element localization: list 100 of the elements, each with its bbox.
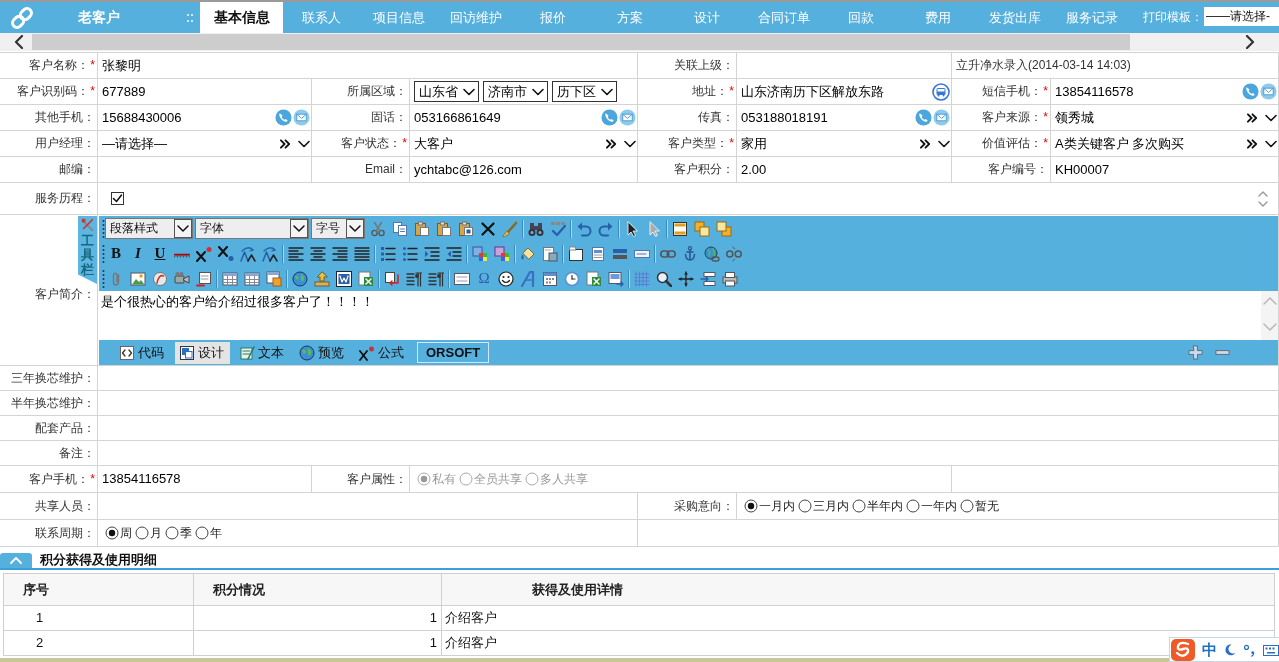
radio-button[interactable] (906, 499, 920, 513)
radio-label[interactable]: 一月内 (759, 498, 795, 514)
mail-icon[interactable] (1260, 83, 1277, 100)
binoculars-icon[interactable] (528, 220, 544, 237)
indent-icon[interactable] (424, 245, 440, 262)
radio-label[interactable]: 半年内 (867, 498, 903, 514)
radio-button[interactable] (165, 526, 179, 540)
text-field[interactable] (737, 53, 952, 79)
radio-label[interactable]: 暂无 (975, 498, 999, 514)
mode-tab[interactable]: 设计 (175, 341, 230, 364)
globe-link-icon[interactable] (704, 245, 720, 262)
redo-icon[interactable] (598, 220, 614, 237)
underline-button[interactable]: U (149, 246, 171, 261)
toolbar-select[interactable]: 字体 (195, 218, 309, 239)
table-icon[interactable] (244, 270, 260, 287)
cross-icon[interactable] (480, 220, 496, 237)
scrollbar-thumb[interactable] (32, 34, 1130, 50)
radio-button[interactable] (852, 499, 866, 513)
text-field[interactable] (98, 157, 312, 183)
window-icon[interactable] (672, 220, 688, 237)
image-icon[interactable] (130, 270, 146, 287)
page-icon[interactable] (196, 270, 212, 287)
brush-icon[interactable] (502, 220, 518, 237)
tab[interactable]: 基本信息 (200, 2, 283, 33)
region-select[interactable]: 山东省 (414, 81, 479, 102)
grip-icon[interactable] (102, 243, 105, 264)
form-icon[interactable] (454, 270, 470, 287)
text-field[interactable]: 053188018191 (737, 105, 952, 131)
print-template-select[interactable]: ——请选择- (1204, 7, 1279, 26)
bus-icon[interactable] (932, 82, 950, 101)
color-palette-icon[interactable] (472, 245, 488, 262)
text-field[interactable]: 13854116578 (98, 466, 312, 493)
frame-icon[interactable] (568, 245, 584, 262)
spreadsheet-icon[interactable] (586, 270, 602, 287)
justify-icon[interactable] (354, 245, 370, 262)
region-select[interactable]: 济南市 (483, 81, 548, 102)
clipboard-icon[interactable] (458, 220, 474, 237)
radio-button[interactable] (135, 526, 149, 540)
clipboard-icon[interactable] (436, 220, 452, 237)
grip-icon[interactable] (102, 218, 105, 239)
text-field[interactable] (98, 493, 638, 520)
spreadsheet-icon[interactable] (358, 270, 374, 287)
subscript-icon[interactable] (218, 245, 234, 262)
clipboard-icon[interactable] (414, 220, 430, 237)
mail-icon[interactable] (619, 109, 636, 126)
outdent-icon[interactable] (446, 245, 462, 262)
select-field[interactable]: 领秀城 (1051, 105, 1279, 131)
select-field[interactable]: A类关键客户 多次购买 (1051, 131, 1279, 157)
line-break-icon[interactable] (384, 270, 400, 287)
globe-icon[interactable] (292, 270, 308, 287)
radio-button[interactable] (798, 499, 812, 513)
phone-icon[interactable] (1242, 83, 1259, 100)
text-size-icon[interactable] (240, 245, 256, 262)
bullet-list-icon[interactable] (402, 245, 418, 262)
anchor-icon[interactable] (682, 245, 698, 262)
radio-button[interactable] (195, 526, 209, 540)
radio-label[interactable]: 一年内 (921, 498, 957, 514)
layers-icon[interactable] (716, 220, 732, 237)
text-field[interactable]: 张黎明 (98, 53, 638, 79)
phone-icon[interactable] (601, 109, 618, 126)
punctuation-icon[interactable] (1243, 642, 1257, 657)
printer-icon[interactable] (722, 270, 738, 287)
editor-content[interactable]: 是个很热心的客户给介绍过很多客户了！！！！ (99, 291, 1261, 340)
grip-icon[interactable] (187, 12, 193, 23)
broken-link-icon[interactable] (726, 245, 742, 262)
radio-label[interactable]: 季 (180, 525, 192, 541)
superscript-icon[interactable] (196, 245, 212, 262)
mode-tab[interactable]: 代码 (115, 341, 170, 364)
window-icon[interactable] (336, 270, 352, 287)
text-field[interactable]: KH00007 (1051, 157, 1279, 183)
text-field[interactable]: 山东济南历下区解放东路 (737, 79, 952, 105)
ime-mode[interactable]: 中 (1202, 640, 1217, 659)
phone-icon[interactable] (915, 109, 932, 126)
mode-tab[interactable]: 预览 (295, 341, 350, 364)
smiley-icon[interactable] (498, 270, 514, 287)
undo-icon[interactable] (576, 220, 592, 237)
select-field[interactable]: 大客户 (410, 131, 638, 157)
collapse-button[interactable] (0, 553, 32, 568)
chevron-left-icon[interactable] (14, 35, 24, 49)
color-palette-icon[interactable] (494, 245, 510, 262)
radio-button[interactable] (960, 499, 974, 513)
mail-icon[interactable] (293, 109, 310, 126)
moon-icon[interactable] (1223, 642, 1237, 657)
align-right-icon[interactable] (332, 245, 348, 262)
text-field[interactable] (98, 366, 1279, 391)
table-icon[interactable] (222, 270, 238, 287)
toolbar-select[interactable]: 字号 (311, 218, 365, 239)
text-size-icon[interactable] (262, 245, 278, 262)
copy-icon[interactable] (392, 220, 408, 237)
video-camera-icon[interactable] (174, 270, 190, 287)
toolbar-select[interactable]: 段落样式 (105, 218, 193, 239)
radio-button[interactable] (744, 499, 758, 513)
clock-icon[interactable] (564, 270, 580, 287)
radio-label[interactable]: 年 (210, 525, 222, 541)
text-field[interactable] (98, 416, 1279, 441)
page-icon[interactable] (542, 245, 558, 262)
italic-button[interactable]: I (127, 246, 149, 261)
tick-icon[interactable] (550, 220, 566, 237)
radio-label[interactable]: 三月内 (813, 498, 849, 514)
select-field[interactable]: —请选择— (98, 131, 312, 157)
